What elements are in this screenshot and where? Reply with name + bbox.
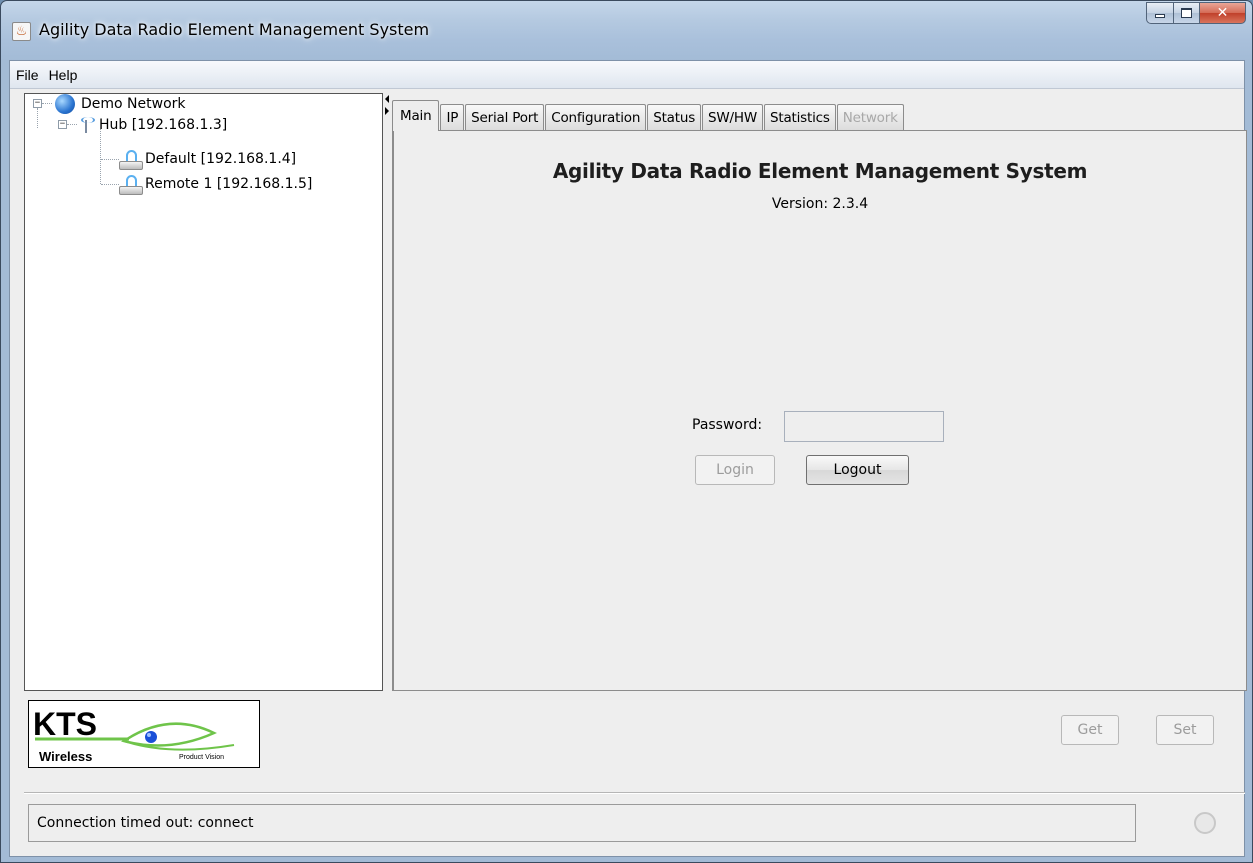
connection-indicator-icon (1194, 812, 1216, 834)
separator (24, 792, 1245, 794)
tab-sw-hw[interactable]: SW/HW (702, 104, 763, 130)
tree-node-default[interactable]: Default [192.168.1.4] (117, 149, 297, 170)
status-message: Connection timed out: connect (37, 815, 254, 831)
logo-eye-outline (121, 722, 217, 747)
window-controls: ✕ (1146, 2, 1246, 24)
tab-ip[interactable]: IP (440, 104, 465, 130)
version-label: Version: 2.3.4 (771, 196, 869, 212)
main-tab-panel: Agility Data Radio Element Management Sy… (392, 130, 1247, 691)
status-bar: Connection timed out: connect (28, 804, 1136, 842)
tree-guide-line (37, 108, 38, 128)
logo-tagline: Product Vision (179, 754, 224, 761)
globe-icon (55, 94, 75, 114)
tree-node-remote-1[interactable]: Remote 1 [192.168.1.5] (117, 174, 313, 195)
get-button: Get (1061, 715, 1119, 745)
password-field[interactable] (784, 411, 944, 442)
tower-icon (79, 117, 95, 133)
logo-eye (145, 731, 157, 743)
logo-brand: KTS (33, 706, 97, 742)
tree-node-label: Remote 1 [192.168.1.5] (145, 176, 313, 192)
tree-node-label: Demo Network (81, 96, 186, 112)
app-window: ♨ Agility Data Radio Element Management … (0, 0, 1253, 863)
tab-strip: Main IP Serial Port Configuration Status… (392, 100, 905, 131)
tree-guide-line (42, 103, 52, 104)
tree-node-label: Hub [192.168.1.3] (99, 117, 228, 133)
logout-button[interactable]: Logout (806, 455, 909, 485)
title-bar[interactable]: ♨ Agility Data Radio Element Management … (1, 1, 1252, 61)
tree-guide-line (100, 129, 101, 184)
radio-icon (117, 174, 143, 195)
tab-network: Network (836, 104, 904, 130)
tab-serial-port[interactable]: Serial Port (465, 104, 545, 130)
login-button: Login (695, 455, 775, 485)
menu-bar: File Help (10, 61, 1244, 89)
logo-swoosh (123, 740, 235, 751)
radio-icon (117, 149, 143, 170)
network-tree[interactable]: − Demo Network − Hub [192.168.1.3] Defau… (24, 93, 383, 691)
minimize-icon (1155, 14, 1165, 18)
tree-expander-demo-network[interactable]: − (33, 99, 42, 108)
menu-help[interactable]: Help (45, 67, 82, 83)
close-icon: ✕ (1216, 5, 1229, 21)
collapse-right-icon[interactable] (385, 107, 389, 115)
split-pane-divider[interactable] (384, 93, 392, 691)
tab-statistics[interactable]: Statistics (764, 104, 836, 130)
java-app-icon[interactable]: ♨ (12, 22, 31, 41)
close-button[interactable]: ✕ (1199, 2, 1246, 24)
logo-sub: Wireless (39, 749, 92, 764)
logo-eye-highlight (147, 733, 151, 737)
page-title: Agility Data Radio Element Management Sy… (552, 159, 1088, 183)
maximize-button[interactable] (1173, 2, 1199, 24)
menu-file[interactable]: File (12, 67, 43, 83)
client-area: File Help − Demo Network − Hub [192.168.… (9, 60, 1247, 857)
tab-configuration[interactable]: Configuration (545, 104, 647, 130)
password-label: Password: (692, 417, 763, 433)
tree-expander-hub[interactable]: − (58, 120, 67, 129)
minimize-button[interactable] (1146, 2, 1173, 24)
window-title: Agility Data Radio Element Management Sy… (39, 20, 430, 39)
maximize-icon (1181, 8, 1192, 18)
tab-status[interactable]: Status (647, 104, 702, 130)
tree-node-hub[interactable]: Hub [192.168.1.3] (75, 115, 227, 135)
logo-graphic: KTS Wireless Product Vision (33, 706, 235, 764)
collapse-left-icon[interactable] (385, 95, 389, 103)
tree-node-demo-network[interactable]: Demo Network (55, 94, 186, 114)
tree-node-label: Default [192.168.1.4] (145, 151, 297, 167)
tab-main[interactable]: Main (392, 100, 440, 131)
kts-wireless-logo: KTS Wireless Product Vision (28, 700, 260, 768)
set-button: Set (1156, 715, 1214, 745)
